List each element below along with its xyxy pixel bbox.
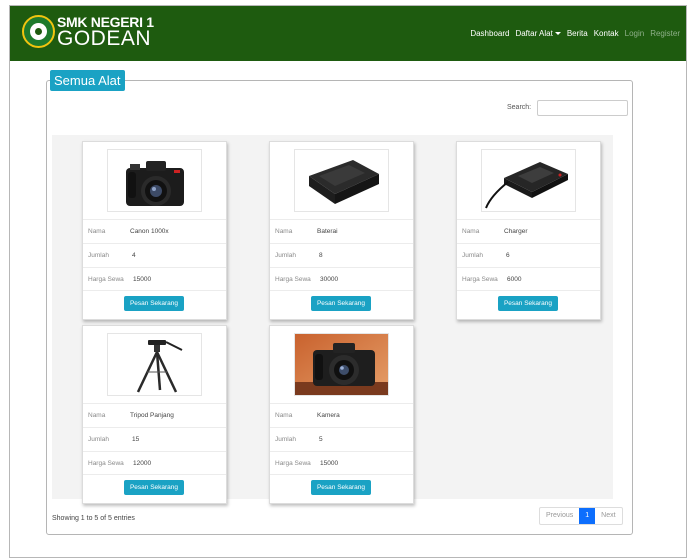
label-nama: Nama [275, 412, 293, 419]
value-jumlah: 15 [132, 436, 140, 443]
button-row: Pesan Sekarang [270, 474, 413, 504]
button-row: Pesan Sekarang [457, 290, 600, 320]
search-input[interactable] [537, 100, 628, 116]
item-image-kamera [294, 333, 389, 396]
item-image-canon [107, 149, 202, 212]
label-harga: Harga Sewa [275, 460, 311, 467]
school-logo-icon[interactable] [22, 15, 55, 48]
row-harga: Harga Sewa 6000 [457, 267, 600, 291]
label-nama: Nama [462, 228, 480, 235]
item-image-baterai [294, 149, 389, 212]
item-card-kamera: Nama Kamera Jumlah 5 Harga Sewa 15000 Pe… [269, 325, 414, 504]
charger-icon [485, 162, 568, 209]
label-jumlah: Jumlah [462, 252, 483, 259]
row-harga: Harga Sewa 12000 [83, 451, 226, 475]
item-card-charger: Nama Charger Jumlah 6 Harga Sewa 6000 Pe… [456, 141, 601, 320]
item-card-tripod: Nama Tripod Panjang Jumlah 15 Harga Sewa… [82, 325, 227, 504]
pesan-sekarang-button[interactable]: Pesan Sekarang [124, 296, 184, 311]
nav-kontak[interactable]: Kontak [594, 29, 619, 38]
navbar: SMK NEGERI 1 GODEAN Dashboard Daftar Ala… [10, 6, 686, 61]
label-nama: Nama [88, 412, 106, 419]
pagination: Previous 1 Next [539, 507, 623, 525]
value-nama: Baterai [317, 228, 338, 235]
row-jumlah: Jumlah 15 [83, 427, 226, 451]
label-harga: Harga Sewa [88, 276, 124, 283]
value-jumlah: 8 [319, 252, 323, 259]
item-image-charger [481, 149, 576, 212]
panel-title: Semua Alat [50, 70, 125, 91]
camera-photo-icon [295, 334, 388, 395]
row-harga: Harga Sewa 15000 [83, 267, 226, 291]
item-card-canon: Nama Canon 1000x Jumlah 4 Harga Sewa 150… [82, 141, 227, 320]
row-nama: Nama Baterai [270, 219, 413, 243]
label-nama: Nama [275, 228, 293, 235]
battery-icon [309, 160, 379, 204]
value-harga: 15000 [320, 460, 339, 467]
label-harga: Harga Sewa [462, 276, 498, 283]
value-jumlah: 4 [132, 252, 136, 259]
previous-button[interactable]: Previous [540, 508, 579, 524]
pesan-sekarang-button[interactable]: Pesan Sekarang [498, 296, 558, 311]
row-nama: Nama Canon 1000x [83, 219, 226, 243]
label-harga: Harga Sewa [275, 276, 311, 283]
label-jumlah: Jumlah [88, 436, 109, 443]
item-card-baterai: Nama Baterai Jumlah 8 Harga Sewa 30000 P… [269, 141, 414, 320]
pesan-sekarang-button[interactable]: Pesan Sekarang [311, 296, 371, 311]
pesan-sekarang-button[interactable]: Pesan Sekarang [124, 480, 184, 495]
value-harga: 30000 [320, 276, 339, 283]
button-row: Pesan Sekarang [83, 290, 226, 320]
nav-daftar-alat-label: Daftar Alat [515, 29, 553, 38]
nav-daftar-alat[interactable]: Daftar Alat [515, 29, 561, 38]
nav-links: Dashboard Daftar Alat Berita Kontak Logi… [470, 29, 686, 38]
next-button[interactable]: Next [595, 508, 621, 524]
label-jumlah: Jumlah [88, 252, 109, 259]
camera-icon [126, 161, 184, 206]
row-jumlah: Jumlah 8 [270, 243, 413, 267]
row-nama: Nama Charger [457, 219, 600, 243]
row-jumlah: Jumlah 5 [270, 427, 413, 451]
row-nama: Nama Kamera [270, 403, 413, 427]
value-nama: Charger [504, 228, 528, 235]
label-jumlah: Jumlah [275, 252, 296, 259]
nav-register[interactable]: Register [650, 29, 680, 38]
entries-info: Showing 1 to 5 of 5 entries [52, 515, 135, 522]
row-jumlah: Jumlah 4 [83, 243, 226, 267]
value-harga: 12000 [133, 460, 152, 467]
value-nama: Tripod Panjang [130, 412, 174, 419]
nav-berita[interactable]: Berita [567, 29, 588, 38]
button-row: Pesan Sekarang [270, 290, 413, 320]
row-harga: Harga Sewa 15000 [270, 451, 413, 475]
row-jumlah: Jumlah 6 [457, 243, 600, 267]
item-image-tripod [107, 333, 202, 396]
label-jumlah: Jumlah [275, 436, 296, 443]
value-harga: 15000 [133, 276, 152, 283]
button-row: Pesan Sekarang [83, 474, 226, 504]
value-harga: 6000 [507, 276, 522, 283]
nav-dashboard[interactable]: Dashboard [470, 29, 509, 38]
value-jumlah: 6 [506, 252, 510, 259]
brand[interactable]: SMK NEGERI 1 GODEAN [57, 15, 154, 49]
tripod-icon [136, 340, 183, 393]
label-nama: Nama [88, 228, 106, 235]
page-1-button[interactable]: 1 [579, 508, 596, 524]
nav-login[interactable]: Login [625, 29, 645, 38]
value-nama: Canon 1000x [130, 228, 169, 235]
value-jumlah: 5 [319, 436, 323, 443]
search-label: Search: [507, 104, 532, 111]
pesan-sekarang-button[interactable]: Pesan Sekarang [311, 480, 371, 495]
chevron-down-icon [554, 32, 561, 35]
row-nama: Nama Tripod Panjang [83, 403, 226, 427]
label-harga: Harga Sewa [88, 460, 124, 467]
brand-line2: GODEAN [57, 27, 152, 50]
value-nama: Kamera [317, 412, 340, 419]
row-harga: Harga Sewa 30000 [270, 267, 413, 291]
